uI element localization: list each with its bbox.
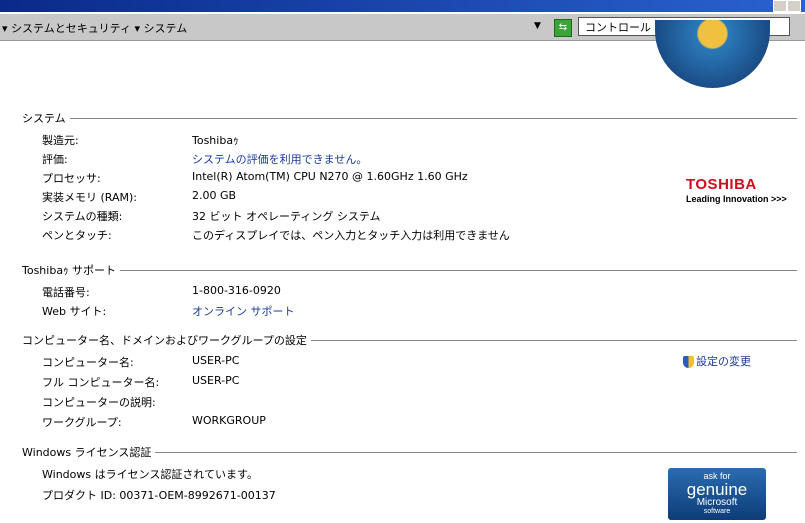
genuine-microsoft-badge[interactable]: ask for genuine Microsoft software bbox=[668, 468, 766, 520]
label: コンピューターの説明: bbox=[42, 396, 156, 409]
label: 評価: bbox=[42, 153, 68, 166]
label: コンピューター名: bbox=[42, 356, 134, 369]
section-computer: コンピューター名、ドメインおよびワークグループの設定 bbox=[22, 332, 797, 348]
rating-link[interactable]: システムの評価を利用できません。 bbox=[192, 151, 367, 167]
value: Intel(R) Atom(TM) CPU N270 @ 1.60GHz 1.6… bbox=[192, 170, 468, 183]
value: USER-PC bbox=[192, 374, 240, 387]
genuine-text: genuine bbox=[686, 480, 748, 499]
title-bar bbox=[0, 0, 805, 12]
refresh-icon[interactable]: ⇆ bbox=[554, 19, 572, 37]
label: プロセッサ: bbox=[42, 172, 101, 185]
value: 2.00 GB bbox=[192, 189, 237, 202]
activation-status: Windows はライセンス認証されています。 bbox=[42, 468, 258, 481]
chevron-down-icon[interactable]: ▼ bbox=[534, 21, 541, 31]
online-support-link[interactable]: オンライン サポート bbox=[192, 303, 295, 319]
section-title: Toshibaｩ サポート bbox=[22, 264, 117, 277]
section-system: システム bbox=[22, 110, 797, 126]
label: ペンとタッチ: bbox=[42, 229, 112, 242]
label: 実装メモリ (RAM): bbox=[42, 191, 137, 204]
label: 製造元: bbox=[42, 134, 79, 147]
value: 32 ビット オペレーティング システム bbox=[192, 210, 381, 223]
windows-logo bbox=[655, 20, 770, 88]
product-id: プロダクト ID: 00371-OEM-8992671-00137 bbox=[42, 489, 276, 502]
toshiba-tagline: Leading Innovation >>> bbox=[686, 194, 787, 204]
value: USER-PC bbox=[192, 354, 240, 367]
minimize-button[interactable] bbox=[773, 0, 787, 12]
value: このディスプレイでは、ペン入力とタッチ入力は利用できません bbox=[192, 229, 510, 242]
label: フル コンピューター名: bbox=[42, 376, 160, 389]
change-settings-link[interactable]: 設定の変更 bbox=[683, 353, 751, 369]
label: ワークグループ: bbox=[42, 416, 122, 429]
value: WORKGROUP bbox=[192, 414, 266, 427]
value: Toshibaｩ bbox=[192, 134, 239, 147]
genuine-text: Microsoft bbox=[696, 497, 738, 508]
value: 1-800-316-0920 bbox=[192, 284, 281, 297]
shield-icon bbox=[683, 356, 694, 368]
maximize-button[interactable] bbox=[787, 0, 801, 12]
change-settings-label: 設定の変更 bbox=[696, 355, 751, 368]
section-license: Windows ライセンス認証 bbox=[22, 444, 797, 460]
genuine-text: software bbox=[703, 508, 731, 515]
section-title: システム bbox=[22, 112, 66, 125]
section-title: コンピューター名、ドメインおよびワークグループの設定 bbox=[22, 334, 307, 347]
breadcrumb[interactable]: ▾ システムとセキュリティ ▾ システム bbox=[2, 20, 187, 36]
label: Web サイト: bbox=[42, 305, 107, 318]
toshiba-logo: TOSHIBA bbox=[686, 176, 757, 193]
section-support: Toshibaｩ サポート bbox=[22, 262, 797, 278]
label: システムの種類: bbox=[42, 210, 123, 223]
section-title: Windows ライセンス認証 bbox=[22, 446, 152, 459]
label: 電話番号: bbox=[42, 286, 90, 299]
